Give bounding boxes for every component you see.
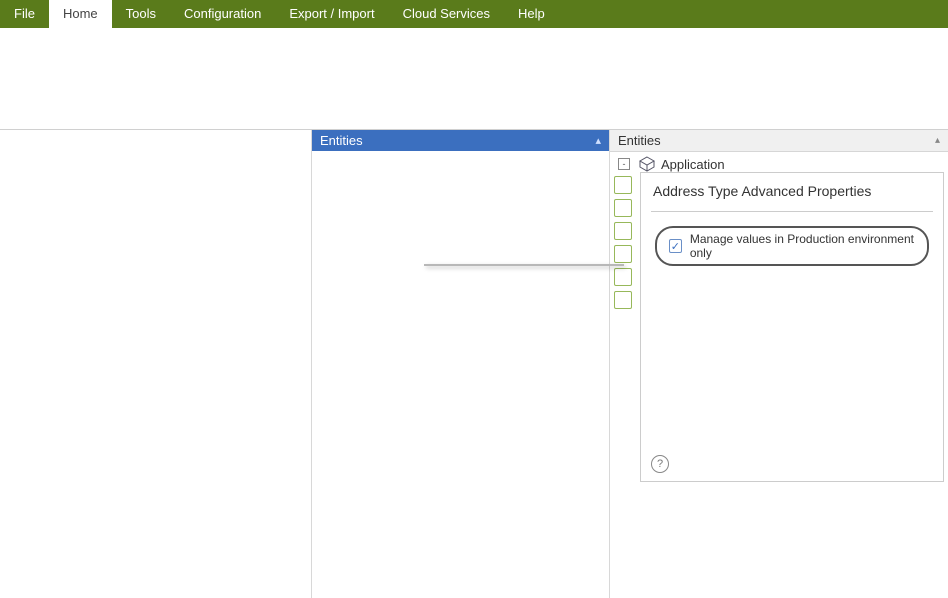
right-header-chevron-icon: ▴ [935,135,940,146]
entity-tree-pane: Entities ▴ [312,130,610,598]
menu-help[interactable]: Help [504,0,559,28]
help-icon[interactable]: ? [651,455,669,473]
menu-home[interactable]: Home [49,0,112,28]
side-icon[interactable] [614,291,632,309]
menu-export-import[interactable]: Export / Import [275,0,388,28]
menu-cloud-services[interactable]: Cloud Services [389,0,504,28]
context-menu [424,264,624,266]
ribbon [0,28,948,130]
right-app-label: Application [661,157,725,172]
side-icon[interactable] [614,176,632,194]
right-header-label: Entities [618,133,661,148]
side-icon[interactable] [614,268,632,286]
tree-header[interactable]: Entities ▴ [312,130,609,151]
right-icon-column [614,176,632,309]
side-icon[interactable] [614,199,632,217]
menu-tools[interactable]: Tools [112,0,170,28]
left-nav [0,130,312,598]
expand-toggle[interactable]: - [618,158,630,170]
manage-values-setting[interactable]: ✓ Manage values in Production environmen… [655,226,929,266]
menu-bar: FileHomeToolsConfigurationExport / Impor… [0,0,948,28]
right-header[interactable]: Entities ▴ [610,130,948,152]
cube-icon [639,156,655,172]
checkbox-label: Manage values in Production environment … [690,232,915,260]
menu-configuration[interactable]: Configuration [170,0,275,28]
tree-header-label: Entities [320,133,363,148]
advanced-properties-panel: Address Type Advanced Properties ✓ Manag… [640,172,944,482]
side-icon[interactable] [614,245,632,263]
tree-header-chevron-icon: ▴ [595,134,601,147]
menu-file[interactable]: File [0,0,49,28]
checkbox-icon[interactable]: ✓ [669,239,682,253]
properties-pane: Entities ▴ - Application Address Type Ad… [610,130,948,598]
entity-tree [312,151,609,155]
panel-title: Address Type Advanced Properties [641,173,943,211]
side-icon[interactable] [614,222,632,240]
